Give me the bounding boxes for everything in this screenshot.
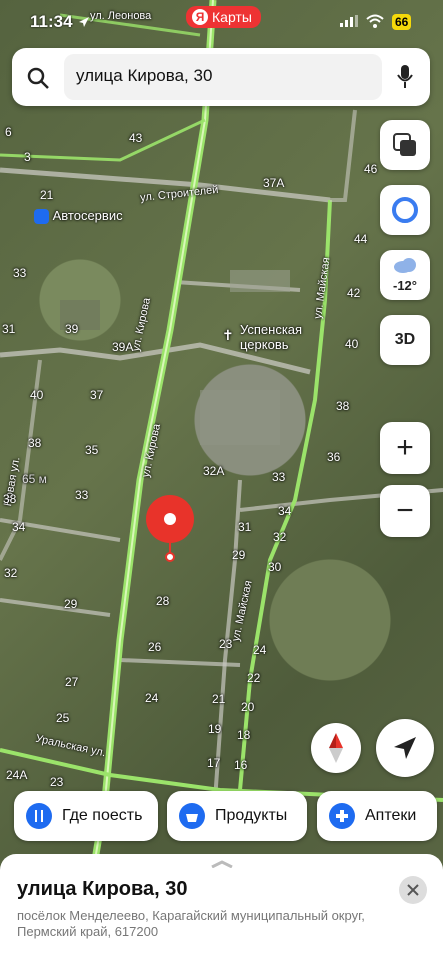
chip-label: Где поесть <box>62 807 143 824</box>
alice-button[interactable] <box>380 185 430 235</box>
chip-label: Аптеки <box>365 807 417 824</box>
house-number: 23 <box>219 637 233 651</box>
cross-icon: ✝ <box>222 327 234 343</box>
place-title: улица Кирова, 30 <box>17 878 188 900</box>
sheet-handle-icon[interactable] <box>210 860 234 868</box>
house-number: 18 <box>237 728 251 742</box>
house-number: 43 <box>129 131 143 145</box>
weather-button[interactable]: -12° <box>380 250 430 300</box>
house-number: 24 <box>253 643 267 657</box>
house-number: 6 <box>5 125 12 139</box>
house-number: 27 <box>65 675 79 689</box>
house-number: 39А <box>112 340 134 354</box>
house-number: 37А <box>263 176 285 190</box>
zoom-in-button[interactable]: + <box>380 422 430 474</box>
house-number: 29 <box>232 548 246 562</box>
search-input-value: улица Кирова, 30 <box>76 66 213 85</box>
house-number: 44 <box>354 232 368 246</box>
distance-label: 65 м <box>22 472 47 486</box>
poi-label: Успенская <box>240 322 303 337</box>
location-pin[interactable] <box>145 495 195 565</box>
house-number: 36 <box>327 450 341 464</box>
layers-button[interactable] <box>380 120 430 170</box>
brand-badge: Я Карты <box>186 6 261 28</box>
house-number: 30 <box>268 560 282 574</box>
house-number: 33 <box>75 488 89 502</box>
status-time: 11:34 <box>30 12 73 31</box>
house-number: 34 <box>12 520 26 534</box>
house-number: 21 <box>40 188 54 202</box>
signal-icon <box>340 15 358 27</box>
layers-icon <box>393 133 416 156</box>
basket-icon <box>179 803 205 829</box>
3d-button[interactable]: 3D <box>380 315 430 365</box>
cutlery-icon <box>26 803 52 829</box>
house-number: 21 <box>212 692 226 706</box>
house-number: 22 <box>247 671 261 685</box>
car-icon <box>34 209 49 225</box>
search-icon[interactable] <box>26 66 50 90</box>
house-number: 32 <box>4 566 18 580</box>
house-number: 29 <box>64 597 78 611</box>
brand-logo: Я <box>192 9 208 25</box>
house-number: 31 <box>238 520 252 534</box>
poi-church[interactable]: ✝ Успенская церковь <box>222 322 303 352</box>
close-button[interactable] <box>399 876 427 904</box>
cloud-icon <box>394 258 416 273</box>
alice-icon <box>392 197 418 223</box>
poi-label: церковь <box>240 337 289 352</box>
chip-label: Продукты <box>215 807 288 824</box>
house-number: 38 <box>3 492 17 506</box>
house-number: 31 <box>2 322 16 336</box>
house-number: 17 <box>207 756 221 770</box>
house-number: 26 <box>148 640 162 654</box>
brand-name: Карты <box>212 9 252 25</box>
compass-icon <box>329 733 343 763</box>
poi-autoservice[interactable]: Автосервис <box>34 208 123 225</box>
close-icon <box>407 884 419 896</box>
chip-pharmacy[interactable]: Аптеки <box>317 791 437 841</box>
house-number: 42 <box>347 286 361 300</box>
house-number: 33 <box>13 266 27 280</box>
battery-level: 66 <box>392 14 412 30</box>
microphone-icon[interactable] <box>396 64 414 90</box>
house-number: 35 <box>85 443 99 457</box>
house-number: 46 <box>364 162 378 176</box>
chip-groceries[interactable]: Продукты <box>167 791 307 841</box>
house-number: 40 <box>30 388 44 402</box>
house-number: 38 <box>28 436 42 450</box>
search-bar[interactable]: улица Кирова, 30 <box>12 48 430 106</box>
house-number: 24А <box>6 768 28 782</box>
house-number: 3 <box>24 150 31 164</box>
zoom-out-button[interactable]: − <box>380 485 430 537</box>
house-number: 28 <box>156 594 170 608</box>
poi-label: Автосервис <box>52 208 123 223</box>
pin-icon <box>146 495 194 562</box>
place-card[interactable]: улица Кирова, 30 посёлок Менделеево, Кар… <box>0 854 443 960</box>
compass-button[interactable] <box>311 723 361 773</box>
pharmacy-cross-icon <box>329 803 355 829</box>
house-number: 16 <box>234 758 248 772</box>
status-bar: 11:34 Я Карты 66 <box>0 0 443 44</box>
house-number: 33 <box>272 470 286 484</box>
place-address: посёлок Менделеево, Карагайский муниципа… <box>17 908 365 939</box>
house-number: 38 <box>336 399 350 413</box>
wifi-icon <box>366 14 384 28</box>
house-number: 40 <box>345 337 359 351</box>
house-number: 25 <box>56 711 70 725</box>
my-location-button[interactable] <box>376 719 434 777</box>
house-number: 39 <box>65 322 79 336</box>
weather-temp: -12° <box>393 278 417 293</box>
location-arrow-icon <box>79 17 89 27</box>
house-number: 34 <box>278 504 292 518</box>
house-number: 23 <box>50 775 64 789</box>
house-number: 19 <box>208 722 222 736</box>
chip-food[interactable]: Где поесть <box>14 791 158 841</box>
navigation-arrow-icon <box>394 737 416 759</box>
house-number: 37 <box>90 388 104 402</box>
house-number: 32А <box>203 464 225 478</box>
house-number: 24 <box>145 691 159 705</box>
house-number: 32 <box>273 530 287 544</box>
house-number: 20 <box>241 700 255 714</box>
